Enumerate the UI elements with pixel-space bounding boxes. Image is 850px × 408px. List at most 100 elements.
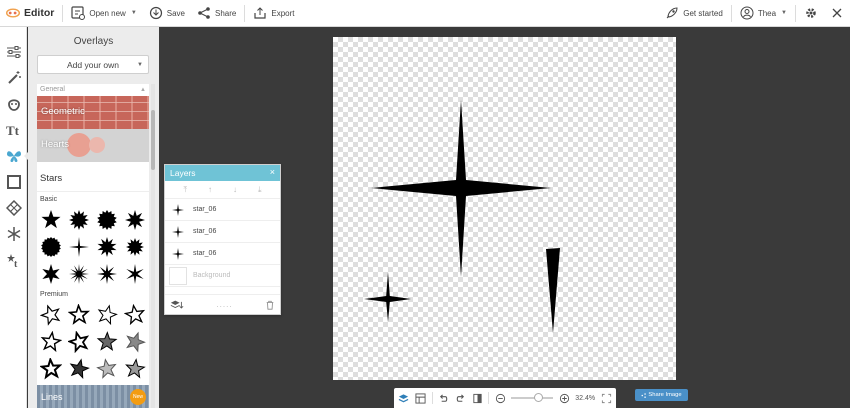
toolbar-divider <box>62 4 64 22</box>
trash-icon[interactable] <box>265 300 275 310</box>
open-new-button[interactable]: Open new ▼ <box>65 0 142 27</box>
category-title: Geometric <box>41 106 85 117</box>
settings-button[interactable] <box>798 0 824 27</box>
zoom-slider[interactable] <box>510 393 554 402</box>
get-started-button[interactable]: Get started <box>659 0 729 27</box>
close-button[interactable] <box>824 0 850 27</box>
save-icon <box>149 6 162 20</box>
scribble-star-icon[interactable] <box>37 328 65 355</box>
shaded-star-icon[interactable] <box>93 355 121 382</box>
new-badge: New <box>130 389 146 405</box>
picmonkey-logo-icon <box>6 8 20 18</box>
rail-themes[interactable]: t <box>0 247 27 273</box>
category-title: Hearts <box>41 139 69 150</box>
chevron-down-icon: ▼ <box>781 10 787 16</box>
rail-overlays[interactable] <box>0 143 29 169</box>
toolbar-divider <box>431 392 433 404</box>
sun-star-icon[interactable] <box>121 233 149 260</box>
sketch-star-icon[interactable] <box>65 301 93 328</box>
overlay-category-hearts[interactable]: Hearts <box>37 129 149 162</box>
bring-to-front-icon[interactable]: ⤒ <box>183 185 187 195</box>
fullscreen-icon <box>601 393 611 403</box>
layer-stack-icon[interactable] <box>170 299 184 310</box>
rail-effects[interactable] <box>0 65 27 91</box>
rail-text[interactable]: Tt <box>0 117 27 143</box>
share-image-button[interactable]: Share Image <box>635 389 688 401</box>
redo-button[interactable] <box>454 391 466 405</box>
overlay-category-lines[interactable]: Lines New <box>37 385 149 408</box>
zoom-out-button[interactable] <box>494 391 506 405</box>
layer-row[interactable]: star_06 <box>165 243 280 265</box>
outline-star-icon[interactable] <box>37 301 65 328</box>
toolbar-divider <box>488 392 490 404</box>
resize-handle[interactable]: ..... <box>216 300 232 309</box>
premium-stars-grid <box>37 301 149 382</box>
flower-star-icon[interactable] <box>37 260 65 287</box>
star-overlay-small[interactable] <box>364 272 411 322</box>
layer-row[interactable]: star_06 <box>165 221 280 243</box>
rail-adjustments[interactable] <box>0 39 27 65</box>
zoom-in-button[interactable] <box>558 391 570 405</box>
open-new-label: Open new <box>89 8 126 18</box>
layer-row-background[interactable]: Background <box>165 265 280 287</box>
toolbar-divider <box>795 4 796 22</box>
layer-row[interactable]: star_06 <box>165 199 280 221</box>
fullscreen-button[interactable] <box>600 391 612 405</box>
sharp-burst-icon[interactable] <box>65 260 93 287</box>
panel-scrollbar[interactable] <box>151 84 155 408</box>
glitter-star-icon[interactable] <box>121 328 149 355</box>
spiky-star-icon[interactable] <box>121 206 149 233</box>
rail-frames[interactable] <box>0 169 27 195</box>
patterned-star-icon[interactable] <box>121 355 149 382</box>
themes-icon: t <box>6 254 18 268</box>
rail-textures[interactable] <box>0 195 27 221</box>
hatched-star-icon[interactable] <box>121 301 149 328</box>
overlay-category-geometric[interactable]: Geometric <box>37 96 149 129</box>
double-star-icon[interactable] <box>93 301 121 328</box>
zoom-slider-knob[interactable] <box>534 393 544 402</box>
burst-star-icon[interactable] <box>65 206 93 233</box>
image-canvas[interactable] <box>333 37 676 380</box>
star-thumbnail-icon <box>169 223 187 241</box>
star-5-point-icon[interactable] <box>37 206 65 233</box>
thin-star-icon[interactable] <box>121 260 149 287</box>
layers-icon <box>399 393 409 402</box>
magic-wand-icon <box>7 71 21 84</box>
star-overlay-spike[interactable] <box>546 248 560 333</box>
overlay-list: General ▲ Geometric Hearts Stars Basic P… <box>37 84 149 408</box>
close-icon[interactable]: × <box>270 167 275 177</box>
user-name: Thea <box>757 8 777 18</box>
seal-star-icon[interactable] <box>93 206 121 233</box>
grid-button[interactable] <box>415 391 427 405</box>
round-seal-icon[interactable] <box>37 233 65 260</box>
close-icon <box>832 8 842 18</box>
compass-star-icon[interactable] <box>93 260 121 287</box>
share-icon <box>198 7 210 19</box>
bring-forward-icon[interactable]: ↑ <box>208 185 212 194</box>
sparkle-4-icon[interactable] <box>65 233 93 260</box>
wavy-star-icon[interactable] <box>65 328 93 355</box>
user-menu[interactable]: Thea ▼ <box>734 0 793 27</box>
export-button[interactable]: Export <box>247 0 300 27</box>
striped-star-icon[interactable] <box>37 355 65 382</box>
chevron-up-icon[interactable]: ▲ <box>140 84 146 96</box>
premium-label: Premium <box>40 291 69 298</box>
star-overlay-large[interactable] <box>371 100 551 277</box>
add-your-own-dropdown[interactable]: Add your own ▼ <box>37 55 149 74</box>
layer-name: Background <box>193 272 231 279</box>
dotted-star-icon[interactable] <box>65 355 93 382</box>
rail-touch-up[interactable] <box>0 91 27 117</box>
undo-button[interactable] <box>438 391 450 405</box>
scrollbar-thumb[interactable] <box>151 110 155 170</box>
starburst-icon[interactable] <box>93 233 121 260</box>
send-backward-icon[interactable]: ↓ <box>233 185 237 194</box>
layers-header[interactable]: Layers × <box>165 165 280 181</box>
share-button[interactable]: Share <box>191 0 242 27</box>
app-logo[interactable]: Editor <box>0 0 60 27</box>
send-to-back-icon[interactable]: ⤓ <box>258 185 262 195</box>
save-button[interactable]: Save <box>143 0 191 27</box>
compare-button[interactable] <box>471 391 483 405</box>
textured-star-icon[interactable] <box>93 328 121 355</box>
layers-toggle-button[interactable] <box>398 391 410 405</box>
rail-seasonal[interactable] <box>0 221 27 247</box>
